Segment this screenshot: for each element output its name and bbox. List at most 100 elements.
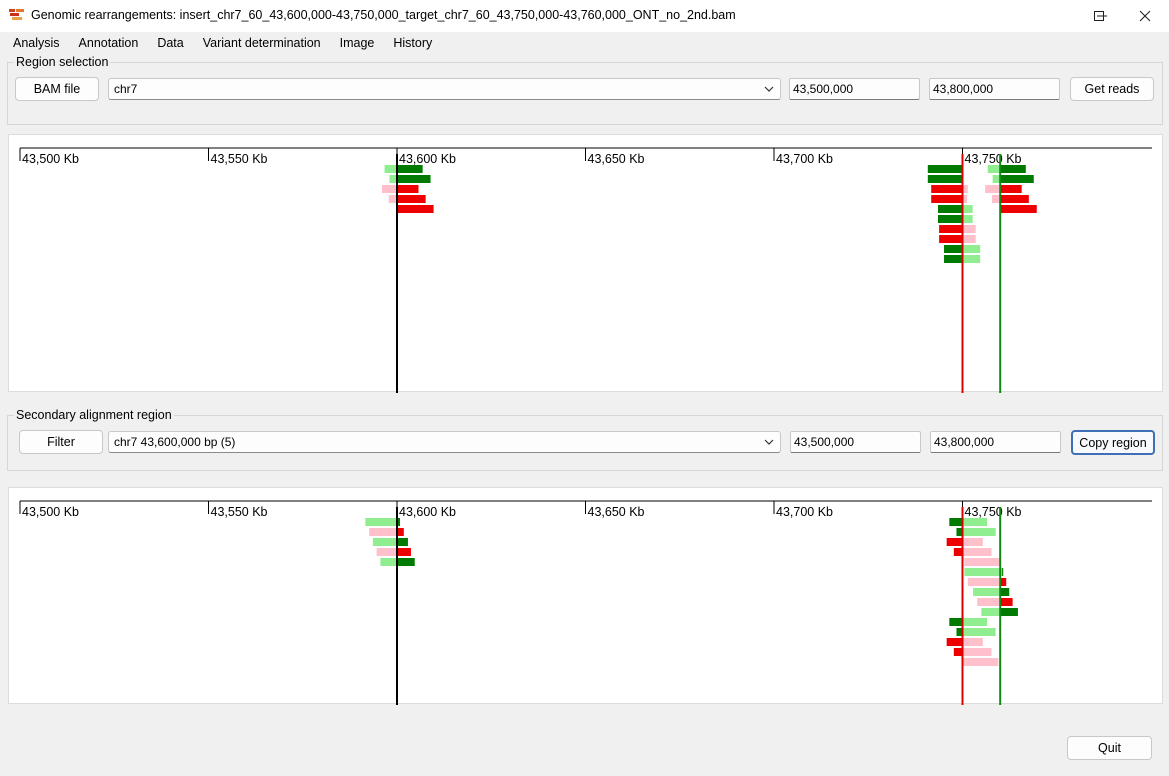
read-segment [953, 648, 963, 656]
tick-label: 43,750 Kb [965, 152, 1022, 166]
read-segment [985, 185, 1001, 193]
read-segment [397, 548, 411, 556]
read-segment [369, 528, 397, 536]
read-segment [967, 578, 1001, 586]
primary-alignment-chart: 43,500 Kb 43,550 Kb 43,600 Kb 43,650 Kb 43,7… [19, 147, 1152, 393]
menu-variant-determination[interactable]: Variant determination [203, 36, 321, 50]
quit-button[interactable]: Quit [1067, 736, 1152, 760]
read-segment [1000, 608, 1018, 616]
read-segment [981, 608, 1001, 616]
chevron-down-icon [764, 86, 774, 92]
region-selection-label: Region selection [14, 55, 111, 69]
read-segment [1000, 588, 1010, 596]
read-segment [397, 205, 434, 213]
read-segment [380, 558, 397, 566]
read-segment [962, 255, 981, 263]
read-segment [964, 568, 1003, 576]
copy-region-button[interactable]: Copy region [1071, 430, 1155, 455]
read-segment [987, 165, 1001, 173]
read-segment [397, 185, 419, 193]
read-segment [953, 548, 963, 556]
read-segment [397, 165, 423, 173]
maximize-icon [1094, 11, 1104, 21]
read-segment [962, 548, 992, 556]
read-segment [962, 618, 988, 626]
secondary-region-select[interactable]: chr7 43,600,000 bp (5) [108, 431, 781, 453]
read-segment [962, 528, 996, 536]
secondary-end-field[interactable]: 43,800,000 [930, 431, 1061, 453]
read-segment [927, 165, 963, 173]
read-segment [962, 205, 973, 213]
read-segment [962, 518, 988, 526]
maximize-button-inner[interactable] [1076, 0, 1122, 32]
read-segment [389, 175, 397, 183]
read-segment [397, 558, 415, 566]
tick-label: 43,500 Kb [22, 505, 79, 519]
get-reads-button[interactable]: Get reads [1070, 77, 1154, 101]
app-icon [9, 9, 24, 20]
read-segment [964, 558, 1000, 566]
menu-data[interactable]: Data [157, 36, 183, 50]
read-segment [937, 215, 963, 223]
read-segment [1000, 195, 1029, 203]
read-segment [384, 165, 397, 173]
chromosome-value: chr7 [114, 82, 138, 96]
read-segment [927, 175, 963, 183]
read-segment [992, 175, 1001, 183]
menu-history[interactable]: History [393, 36, 432, 50]
secondary-start-field[interactable]: 43,500,000 [790, 431, 921, 453]
read-segment [962, 245, 981, 253]
read-segment [1000, 598, 1013, 606]
menu-image[interactable]: Image [340, 36, 375, 50]
read-segment [949, 518, 963, 526]
read-segment [931, 185, 963, 193]
read-segment [931, 195, 963, 203]
read-segment [397, 538, 408, 546]
read-segment [977, 598, 1001, 606]
secondary-region-label: Secondary alignment region [14, 408, 174, 422]
chromosome-select[interactable]: chr7 [108, 78, 781, 100]
read-segment [365, 518, 397, 526]
read-segment [962, 235, 976, 243]
secondary-alignment-plot: 43,500 Kb 43,550 Kb 43,600 Kb 43,650 Kb 43,7… [8, 487, 1163, 705]
read-segment [397, 175, 431, 183]
bam-file-button[interactable]: BAM file [15, 77, 99, 101]
window-title: Genomic rearrangements: insert_chr7_60_4… [31, 8, 736, 22]
tick-label: 43,700 Kb [776, 152, 833, 166]
read-segment [962, 628, 996, 636]
close-button[interactable] [1122, 0, 1168, 32]
close-icon [1139, 10, 1151, 22]
read-segment [962, 658, 999, 666]
tick-label: 43,550 Kb [211, 152, 268, 166]
read-segment [962, 538, 983, 546]
read-segment [973, 588, 1001, 596]
chevron-down-icon [764, 439, 774, 445]
tick-label: 43,600 Kb [399, 505, 456, 519]
read-segment [939, 225, 963, 233]
read-segment [949, 618, 963, 626]
tick-label: 43,550 Kb [211, 505, 268, 519]
tick-label: 43,650 Kb [588, 152, 645, 166]
region-end-field[interactable]: 43,800,000 [929, 78, 1060, 100]
secondary-alignment-chart: 43,500 Kb 43,550 Kb 43,600 Kb 43,650 Kb 43,7… [19, 500, 1152, 705]
read-segment [937, 205, 963, 213]
menu-annotation[interactable]: Annotation [79, 36, 139, 50]
menu-analysis[interactable]: Analysis [13, 36, 60, 50]
read-segment [962, 638, 983, 646]
read-segment [962, 648, 992, 656]
region-start-field[interactable]: 43,500,000 [789, 78, 920, 100]
filter-button[interactable]: Filter [19, 430, 103, 454]
read-segment [991, 195, 1001, 203]
read-segment [962, 225, 976, 233]
tick-label: 43,750 Kb [965, 505, 1022, 519]
read-segment [946, 538, 963, 546]
read-segment [944, 255, 963, 263]
menu-bar: Analysis Annotation Data Variant determi… [0, 32, 1169, 54]
read-segment [1000, 185, 1022, 193]
tick-label: 43,500 Kb [22, 152, 79, 166]
tick-label: 43,650 Kb [588, 505, 645, 519]
primary-alignment-plot: 43,500 Kb 43,550 Kb 43,600 Kb 43,650 Kb 43,7… [8, 134, 1163, 393]
read-segment [944, 245, 963, 253]
read-segment [1000, 165, 1026, 173]
title-bar: Genomic rearrangements: insert_chr7_60_4… [0, 0, 1169, 32]
